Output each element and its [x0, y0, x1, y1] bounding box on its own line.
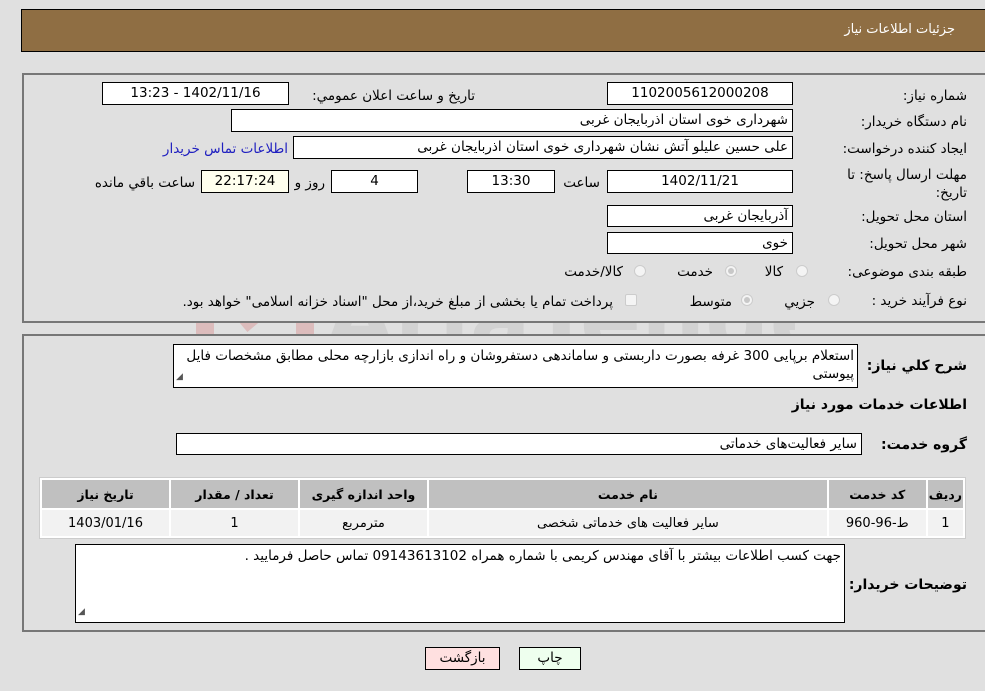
print-button[interactable]: چاپ	[519, 647, 581, 670]
buyer-notes-textarea[interactable]: جهت کسب اطلاعات بیشتر با آقای مهندس کریم…	[75, 544, 845, 623]
cell-need-date: 1403/01/16	[42, 510, 169, 536]
deadline-label: مهلت ارسال پاسخ: تا تاریخ:	[847, 167, 967, 201]
category-option-service: خدمت	[677, 264, 713, 280]
col-service-code: کد خدمت	[828, 480, 926, 508]
category-radio-goods-service[interactable]	[634, 265, 646, 277]
description-text: استعلام برپایی 300 غرفه بصورت داربستی و …	[186, 348, 854, 382]
announce-field[interactable]: 1402/11/16 - 13:23	[102, 82, 289, 105]
category-label: طبقه بندی موضوعی:	[847, 264, 967, 280]
back-button[interactable]: بازگشت	[425, 647, 500, 670]
description-label: شرح کلي نياز:	[866, 358, 967, 374]
days-remaining-field[interactable]: 4	[331, 170, 418, 193]
city-label: شهر محل تحویل:	[869, 236, 967, 252]
province-field[interactable]: آذربایجان غربی	[607, 205, 793, 227]
need-number-label: شماره نیاز:	[902, 88, 967, 104]
cell-service-code: ط-96-960	[828, 510, 926, 536]
table-header-row: ردیف کد خدمت نام خدمت واحد اندازه گیری ت…	[42, 480, 963, 508]
page-header: جزئیات اطلاعات نیاز	[21, 9, 985, 52]
services-heading: اطلاعات خدمات مورد نياز	[791, 397, 967, 413]
cell-service-name: سایر فعالیت های خدماتی شخصی	[429, 510, 827, 536]
cell-unit: مترمربع	[300, 510, 427, 536]
process-radio-medium[interactable]	[741, 294, 753, 306]
category-option-goods-service: کالا/خدمت	[564, 264, 623, 280]
category-radio-service[interactable]	[725, 265, 737, 277]
description-textarea[interactable]: استعلام برپایی 300 غرفه بصورت داربستی و …	[173, 344, 858, 388]
process-label: نوع فرآیند خرید :	[871, 293, 967, 309]
process-option-medium: متوسط	[689, 294, 732, 310]
col-service-name: نام خدمت	[429, 480, 827, 508]
service-group-label: گروه خدمت:	[881, 437, 967, 453]
process-option-minor: جزيي	[784, 294, 815, 310]
time-remaining-label: ساعت باقي مانده	[94, 175, 195, 191]
deadline-time-field[interactable]: 13:30	[467, 170, 555, 193]
category-option-goods: کالا	[764, 264, 783, 280]
page-title: جزئیات اطلاعات نیاز	[844, 22, 955, 37]
category-radio-goods[interactable]	[796, 265, 808, 277]
buyer-notes-text: جهت کسب اطلاعات بیشتر با آقای مهندس کریم…	[244, 548, 841, 564]
service-group-field[interactable]: سایر فعالیت‌های خدماتی	[176, 433, 862, 455]
cell-row-number: 1	[927, 510, 963, 536]
col-row-number: ردیف	[927, 480, 963, 508]
col-quantity: تعداد / مقدار	[171, 480, 298, 508]
resize-grip-icon[interactable]: ◢	[78, 603, 85, 621]
days-label: روز و	[294, 175, 325, 191]
cell-quantity: 1	[171, 510, 298, 536]
services-table: ردیف کد خدمت نام خدمت واحد اندازه گیری ت…	[39, 477, 966, 539]
deadline-time-label: ساعت	[563, 175, 600, 191]
col-need-date: تاریخ نیاز	[42, 480, 169, 508]
creator-label: ایجاد کننده درخواست:	[842, 141, 967, 157]
process-radio-minor[interactable]	[828, 294, 840, 306]
creator-field[interactable]: علی حسین علیلو آتش نشان شهرداری خوی استا…	[293, 136, 793, 159]
resize-grip-icon[interactable]: ◢	[176, 368, 183, 386]
treasury-note: پرداخت تمام یا بخشی از مبلغ خرید،از محل …	[182, 294, 613, 310]
buyer-org-field[interactable]: شهرداری خوی استان اذربایجان غربی	[231, 109, 793, 132]
announce-label: تاریخ و ساعت اعلان عمومي:	[312, 88, 475, 104]
treasury-checkbox[interactable]	[625, 294, 637, 306]
city-field[interactable]: خوی	[607, 232, 793, 254]
buyer-notes-label: توضیحات خریدار:	[848, 577, 967, 593]
table-row: 1 ط-96-960 سایر فعالیت های خدماتی شخصی م…	[42, 510, 963, 536]
time-remaining-field: 22:17:24	[201, 170, 289, 193]
buyer-org-label: نام دستگاه خریدار:	[860, 114, 967, 130]
col-unit: واحد اندازه گیری	[300, 480, 427, 508]
buyer-contact-link[interactable]: اطلاعات تماس خریدار	[163, 141, 288, 157]
announce-value: 1402/11/16 - 13:23	[130, 85, 261, 101]
need-number-field[interactable]: 1102005612000208	[607, 82, 793, 105]
province-label: استان محل تحویل:	[861, 209, 967, 225]
deadline-date-field[interactable]: 1402/11/21	[607, 170, 793, 193]
